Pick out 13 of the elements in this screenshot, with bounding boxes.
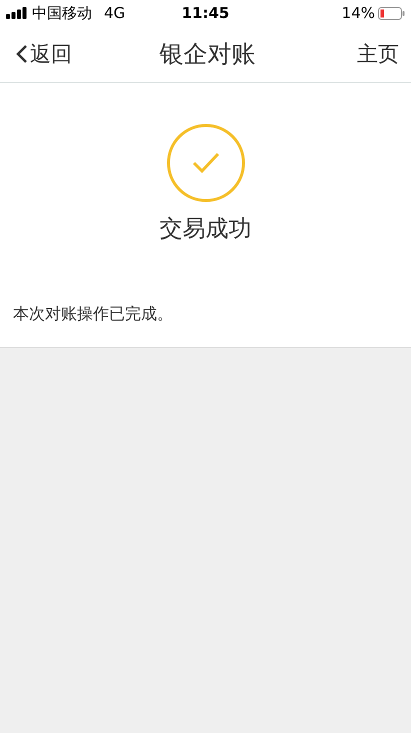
back-button[interactable]: 返回 bbox=[16, 40, 72, 68]
page-title: 银企对账 bbox=[158, 39, 256, 70]
battery-icon bbox=[378, 6, 405, 20]
home-link[interactable]: 主页 bbox=[357, 40, 399, 68]
result-message: 本次对账操作已完成。 bbox=[13, 304, 174, 325]
network-type: 4G bbox=[104, 4, 126, 22]
clock-time: 11:45 bbox=[182, 4, 230, 22]
carrier-name: 中国移动 bbox=[32, 4, 92, 22]
back-chevron-icon bbox=[16, 44, 28, 64]
signal-icon bbox=[6, 7, 28, 19]
result-title: 交易成功 bbox=[160, 215, 252, 244]
success-check-icon bbox=[166, 123, 246, 203]
battery-percent: 14% bbox=[342, 4, 375, 22]
